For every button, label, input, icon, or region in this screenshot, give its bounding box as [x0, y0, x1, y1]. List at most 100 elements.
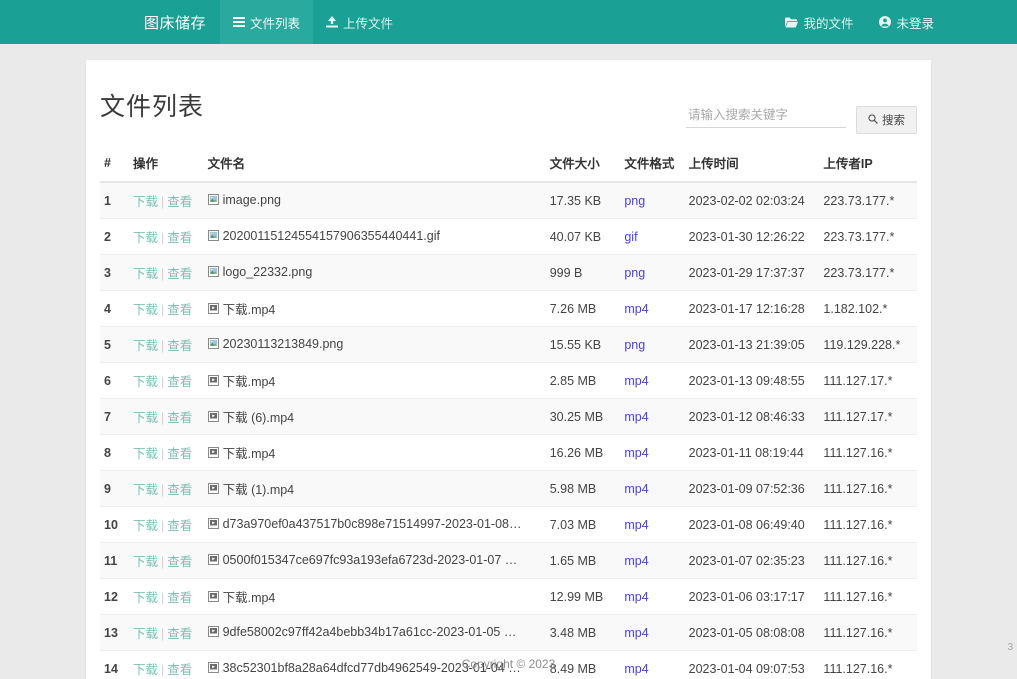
- nav-item-upload[interactable]: 上传文件: [313, 0, 406, 44]
- file-table: # 操作 文件名 文件大小 文件格式 上传时间 上传者IP 1下载|查看imag…: [100, 146, 917, 679]
- cell-index: 11: [100, 543, 127, 579]
- view-link[interactable]: 查看: [167, 303, 192, 317]
- action-separator: |: [161, 519, 164, 533]
- format-link[interactable]: mp4: [624, 482, 648, 496]
- nav-item-login-status[interactable]: 未登录: [866, 0, 947, 44]
- search-input[interactable]: [686, 106, 846, 128]
- action-separator: |: [161, 231, 164, 245]
- cell-upload-time: 2023-01-06 03:17:17: [683, 579, 818, 615]
- cell-filesize: 15.55 KB: [544, 327, 619, 363]
- format-link[interactable]: gif: [624, 230, 637, 244]
- th-filesize: 文件大小: [544, 146, 619, 182]
- filename-text: 20230113213849.png: [223, 337, 344, 351]
- view-link[interactable]: 查看: [167, 447, 192, 461]
- table-row: 1下载|查看image.png17.35 KBpng2023-02-02 02:…: [100, 182, 917, 219]
- nav-item-my-files[interactable]: 我的文件: [772, 0, 866, 44]
- view-link[interactable]: 查看: [167, 267, 192, 281]
- format-link[interactable]: mp4: [624, 410, 648, 424]
- download-link[interactable]: 下载: [133, 627, 158, 641]
- cell-actions: 下载|查看: [127, 615, 202, 651]
- view-link[interactable]: 查看: [167, 591, 192, 605]
- download-link[interactable]: 下载: [133, 483, 158, 497]
- view-link[interactable]: 查看: [167, 483, 192, 497]
- video-file-icon: [208, 626, 219, 637]
- table-row: 4下载|查看下载.mp47.26 MBmp42023-01-17 12:16:2…: [100, 291, 917, 327]
- cell-index: 10: [100, 507, 127, 543]
- cell-filesize: 1.65 MB: [544, 543, 619, 579]
- view-link[interactable]: 查看: [167, 231, 192, 245]
- cell-uploader-ip: 111.127.16.*: [817, 579, 917, 615]
- filename-text: 9dfe58002c97ff42a4bebb34b17a61cc-2023-01…: [223, 625, 523, 639]
- top-navbar: 图床储存 文件列表 上传文件 我的文件 未登录: [0, 0, 1017, 44]
- format-link[interactable]: png: [624, 338, 645, 352]
- action-separator: |: [161, 591, 164, 605]
- cell-actions: 下载|查看: [127, 399, 202, 435]
- cell-upload-time: 2023-01-05 08:08:08: [683, 615, 818, 651]
- cell-upload-time: 2023-01-13 21:39:05: [683, 327, 818, 363]
- cell-filename: 0500f015347ce697fc93a193efa6723d-2023-01…: [202, 543, 544, 579]
- nav-item-file-list[interactable]: 文件列表: [220, 0, 313, 44]
- cell-uploader-ip: 111.127.16.*: [817, 471, 917, 507]
- format-link[interactable]: png: [624, 194, 645, 208]
- cell-upload-time: 2023-01-13 09:48:55: [683, 363, 818, 399]
- cell-upload-time: 2023-01-29 17:37:37: [683, 255, 818, 291]
- site-footer: Copyright © 2023: [0, 657, 1017, 671]
- cell-filename: 20200115124554157906355440441.gif: [202, 219, 544, 255]
- format-link[interactable]: mp4: [624, 518, 648, 532]
- view-link[interactable]: 查看: [167, 555, 192, 569]
- view-link[interactable]: 查看: [167, 375, 192, 389]
- view-link[interactable]: 查看: [167, 519, 192, 533]
- format-link[interactable]: mp4: [624, 590, 648, 604]
- download-link[interactable]: 下载: [133, 231, 158, 245]
- view-link[interactable]: 查看: [167, 339, 192, 353]
- download-link[interactable]: 下载: [133, 447, 158, 461]
- cell-filesize: 7.26 MB: [544, 291, 619, 327]
- format-link[interactable]: mp4: [624, 626, 648, 640]
- format-link[interactable]: png: [624, 266, 645, 280]
- cell-uploader-ip: 111.127.17.*: [817, 399, 917, 435]
- cell-filesize: 999 B: [544, 255, 619, 291]
- action-separator: |: [161, 303, 164, 317]
- video-file-icon: [208, 483, 219, 494]
- download-link[interactable]: 下载: [133, 411, 158, 425]
- download-link[interactable]: 下载: [133, 339, 158, 353]
- cell-upload-time: 2023-02-02 02:03:24: [683, 182, 818, 219]
- filename-text: 下载.mp4: [223, 443, 276, 462]
- th-uploader-ip: 上传者IP: [817, 146, 917, 182]
- cell-filename: 下载.mp4: [202, 363, 544, 399]
- download-link[interactable]: 下载: [133, 519, 158, 533]
- image-file-icon: [208, 266, 219, 277]
- cell-filename: 下载.mp4: [202, 435, 544, 471]
- filename-text: 0500f015347ce697fc93a193efa6723d-2023-01…: [223, 553, 523, 567]
- brand-logo[interactable]: 图床储存: [130, 0, 220, 44]
- filename-text: 下载 (6).mp4: [223, 407, 295, 426]
- download-link[interactable]: 下载: [133, 591, 158, 605]
- format-link[interactable]: mp4: [624, 374, 648, 388]
- download-link[interactable]: 下载: [133, 267, 158, 281]
- table-row: 5下载|查看20230113213849.png15.55 KBpng2023-…: [100, 327, 917, 363]
- format-link[interactable]: mp4: [624, 446, 648, 460]
- cell-format: png: [618, 327, 682, 363]
- header-row: # 操作 文件名 文件大小 文件格式 上传时间 上传者IP: [100, 146, 917, 182]
- cell-format: mp4: [618, 507, 682, 543]
- folder-open-icon: [785, 17, 798, 28]
- table-row: 6下载|查看下载.mp42.85 MBmp42023-01-13 09:48:5…: [100, 363, 917, 399]
- view-link[interactable]: 查看: [167, 195, 192, 209]
- image-file-icon: [208, 338, 219, 349]
- view-link[interactable]: 查看: [167, 627, 192, 641]
- download-link[interactable]: 下载: [133, 555, 158, 569]
- search-button[interactable]: 搜索: [856, 106, 917, 134]
- video-file-icon: [208, 303, 219, 314]
- download-link[interactable]: 下载: [133, 195, 158, 209]
- filename-text: logo_22332.png: [223, 265, 313, 279]
- view-link[interactable]: 查看: [167, 411, 192, 425]
- upload-icon: [326, 16, 338, 28]
- th-upload-time: 上传时间: [683, 146, 818, 182]
- filename-text: 下载 (1).mp4: [223, 479, 295, 498]
- cell-upload-time: 2023-01-09 07:52:36: [683, 471, 818, 507]
- format-link[interactable]: mp4: [624, 554, 648, 568]
- download-link[interactable]: 下载: [133, 375, 158, 389]
- action-separator: |: [161, 195, 164, 209]
- format-link[interactable]: mp4: [624, 302, 648, 316]
- download-link[interactable]: 下载: [133, 303, 158, 317]
